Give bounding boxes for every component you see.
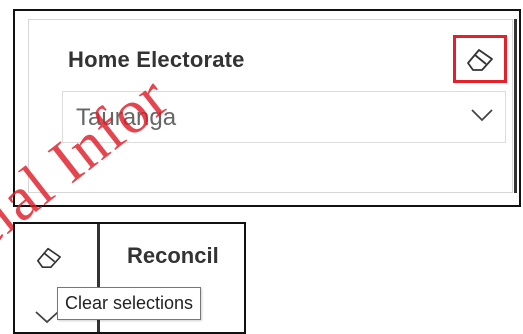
adjacent-visual-border — [514, 19, 517, 193]
dropdown-selected-value: Tauranga — [76, 104, 177, 131]
bottom-screenshot-frame: Reconcil Clear selections — [13, 222, 246, 334]
reconcile-title: Reconcil — [127, 243, 219, 268]
chevron-down-icon[interactable] — [35, 310, 59, 324]
chevron-down-icon — [471, 109, 493, 122]
eraser-icon — [467, 49, 493, 71]
top-screenshot-frame: Home Electorate Tauranga — [13, 9, 521, 207]
home-electorate-slicer: Home Electorate Tauranga — [28, 19, 513, 193]
eraser-icon[interactable] — [35, 244, 63, 270]
clear-selections-tooltip: Clear selections — [57, 287, 202, 320]
electorate-dropdown[interactable]: Tauranga — [62, 91, 506, 143]
clear-selections-button[interactable] — [453, 35, 507, 83]
slicer-title: Home Electorate — [68, 47, 245, 72]
